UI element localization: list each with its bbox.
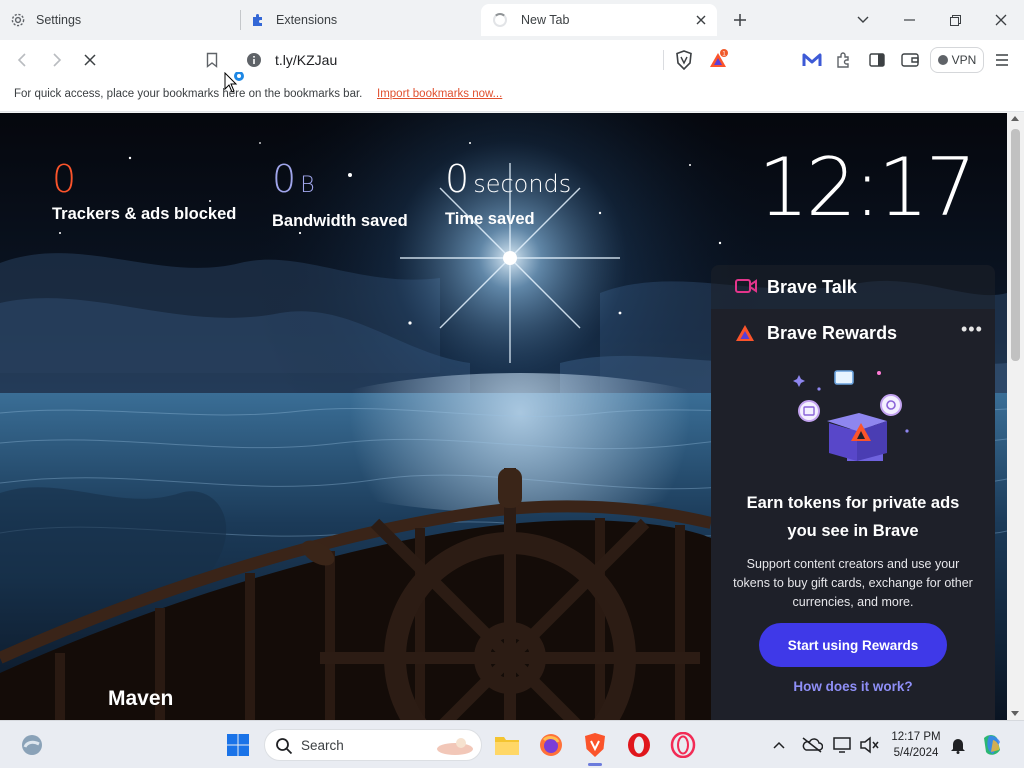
bandwidth-stat: 0B Bandwidth saved (272, 157, 408, 231)
photo-credit[interactable]: Maven (108, 687, 173, 711)
stop-loading-button[interactable] (78, 48, 102, 72)
brave-rewards-icon[interactable]: 1 (706, 48, 730, 72)
taskbar-search-label: Search (301, 738, 344, 753)
network-icon[interactable] (829, 731, 857, 759)
show-hidden-icons-chevron-icon[interactable] (765, 731, 793, 759)
taskbar-search-box[interactable]: Search (264, 729, 482, 761)
omnibox-divider (663, 50, 664, 70)
taskbar: Search 12:17 PM 5/4/2024 (0, 720, 1024, 768)
info-icon[interactable] (246, 52, 262, 68)
weather-widget-icon[interactable] (18, 731, 46, 759)
tab-extensions[interactable]: Extensions (250, 4, 478, 36)
bandwidth-value: 0 (272, 157, 297, 201)
brave-rewards-widget: Brave Rewards ••• Earn tokens for privat… (711, 309, 995, 720)
close-window-button[interactable] (987, 6, 1015, 34)
opera-icon[interactable] (625, 731, 653, 759)
search-highlight-icon (437, 738, 473, 755)
brave-rewards-triangle-icon (735, 324, 755, 347)
leo-ai-icon[interactable] (800, 48, 824, 72)
new-tab-button[interactable] (728, 8, 752, 32)
import-bookmarks-link[interactable]: Import bookmarks now... (377, 88, 502, 100)
brave-rewards-title: Brave Rewards (767, 323, 898, 343)
firefox-icon[interactable] (537, 731, 565, 759)
bookmarks-bar: For quick access, place your bookmarks h… (0, 80, 1024, 112)
brave-talk-widget[interactable]: Brave Talk (711, 265, 995, 309)
time-unit: seconds (473, 170, 572, 198)
bookmark-icon[interactable] (200, 48, 224, 72)
opera-gx-icon[interactable] (669, 731, 697, 759)
mouse-cursor-icon (224, 72, 244, 93)
brave-shields-icon[interactable] (672, 48, 696, 72)
bandwidth-label: Bandwidth saved (272, 212, 408, 230)
system-clock[interactable]: 12:17 PM 5/4/2024 (890, 729, 942, 761)
start-button[interactable] (224, 731, 252, 759)
taskbar-time: 12:17 PM (891, 731, 941, 743)
puzzle-icon (250, 12, 266, 28)
address-bar[interactable]: t.ly/KZJau (238, 46, 734, 74)
bookmarks-message: For quick access, place your bookmarks h… (14, 88, 363, 100)
sidebar-toggle-icon[interactable] (865, 48, 889, 72)
brave-talk-title: Brave Talk (767, 277, 857, 297)
brave-browser-icon[interactable] (581, 731, 609, 759)
tab-title: Extensions (276, 13, 338, 27)
trackers-label: Trackers & ads blocked (52, 205, 237, 223)
new-tab-page: 0 Trackers & ads blocked 0B Bandwidth sa… (0, 113, 1007, 720)
time-label: Time saved (445, 210, 535, 228)
scroll-up-icon[interactable] (1011, 116, 1019, 121)
notification-bell-icon[interactable] (944, 731, 972, 759)
how-does-it-work-link[interactable]: How does it work? (711, 679, 995, 694)
search-icon (275, 737, 293, 760)
rewards-headline-line2: you see in Brave (787, 522, 919, 540)
time-saved-stat: 0 seconds Time saved (445, 157, 571, 229)
vpn-status-icon (937, 55, 948, 65)
toolbar: t.ly/KZJau 1 VPN (0, 40, 1024, 80)
tab-settings[interactable]: Settings (10, 4, 238, 36)
tab-title: New Tab (521, 13, 570, 27)
page-scrollbar[interactable] (1007, 113, 1024, 720)
rewards-badge: 1 (722, 51, 726, 58)
tab-title: Settings (36, 13, 82, 27)
scroll-down-icon[interactable] (1011, 711, 1019, 716)
menu-icon[interactable] (990, 48, 1014, 72)
tab-separator (240, 10, 241, 30)
active-app-indicator (588, 763, 602, 766)
rewards-description: Support content creators and use your to… (733, 557, 973, 609)
loading-spinner-icon (493, 13, 507, 27)
vpn-label: VPN (951, 53, 977, 67)
tab-new-tab[interactable]: New Tab (481, 4, 717, 36)
rewards-illustration (793, 370, 909, 461)
trackers-stat: 0 Trackers & ads blocked (52, 157, 236, 224)
more-options-icon[interactable]: ••• (961, 319, 983, 340)
file-explorer-icon[interactable] (493, 731, 521, 759)
gear-icon (10, 12, 26, 28)
bandwidth-unit: B (300, 173, 315, 198)
onedrive-offline-icon[interactable] (798, 731, 826, 759)
copilot-icon[interactable] (978, 731, 1006, 759)
video-camera-icon (735, 277, 757, 300)
url-text[interactable]: t.ly/KZJau (275, 52, 337, 68)
rewards-headline-line1: Earn tokens for private ads (746, 494, 960, 512)
vpn-button[interactable]: VPN (930, 47, 984, 73)
taskbar-date: 5/4/2024 (893, 747, 939, 759)
trackers-count: 0 (52, 157, 77, 201)
restore-button[interactable] (941, 6, 969, 34)
clock: 12:17 (758, 141, 977, 234)
minimize-button[interactable] (895, 6, 923, 34)
tab-search-chevron-icon[interactable] (849, 6, 877, 34)
scrollbar-thumb[interactable] (1011, 129, 1020, 361)
volume-muted-icon[interactable] (855, 731, 883, 759)
tab-strip: Settings Extensions New Tab (0, 0, 1024, 40)
forward-button[interactable] (45, 48, 69, 72)
close-tab-icon[interactable] (693, 12, 709, 28)
time-value: 0 (445, 157, 470, 201)
extensions-icon[interactable] (832, 48, 856, 72)
wallet-icon[interactable] (898, 48, 922, 72)
start-using-rewards-button[interactable]: Start using Rewards (759, 623, 947, 667)
back-button[interactable] (10, 48, 34, 72)
rewards-headline: Earn tokens for private ads you see in B… (711, 489, 995, 545)
